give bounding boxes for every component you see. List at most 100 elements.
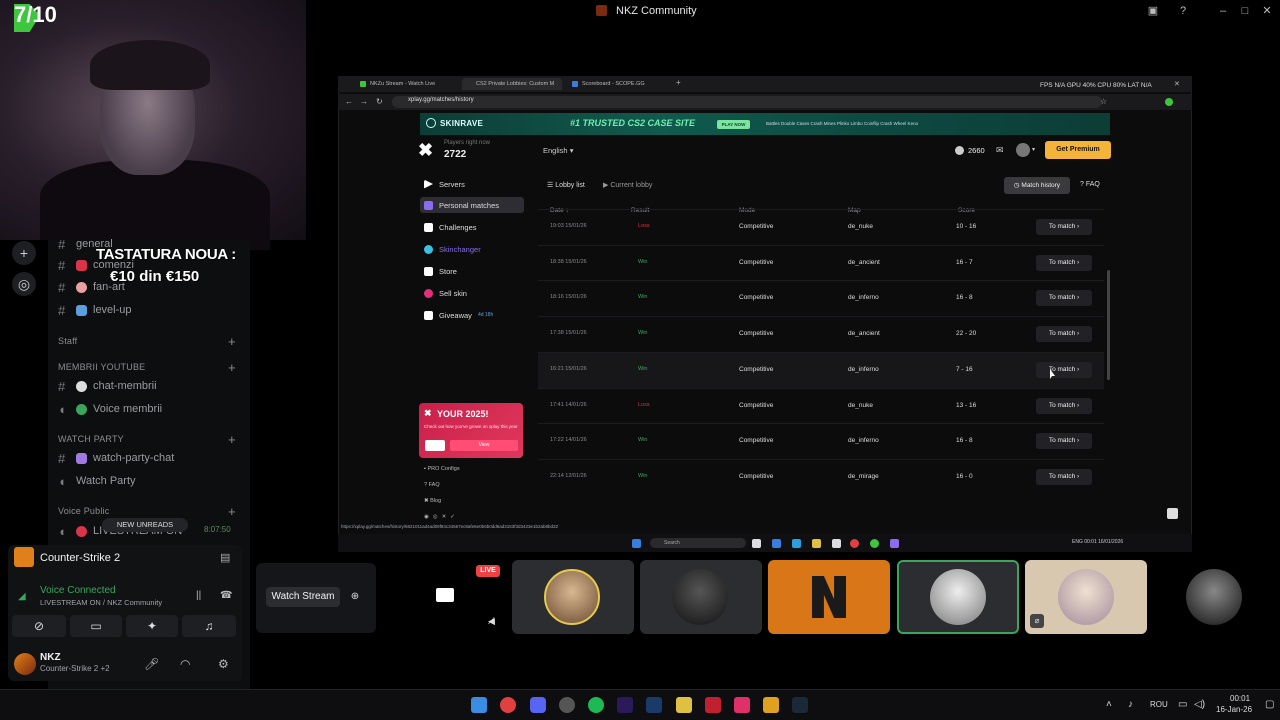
promo-view-button[interactable]: View bbox=[450, 440, 518, 451]
table-row[interactable]: 17:41 14/01/26 Loss Competitive de_nuke 13 -… bbox=[538, 388, 1104, 424]
microphone-icon[interactable]: ♪ bbox=[1128, 699, 1133, 710]
minimize-button[interactable]: – bbox=[1216, 4, 1230, 18]
language-select[interactable]: English ▾ bbox=[543, 146, 573, 155]
category-staff[interactable]: Staff bbox=[58, 336, 77, 346]
nav-servers[interactable]: Servers bbox=[420, 176, 524, 192]
chevron-down-icon[interactable]: ▾ bbox=[1032, 146, 1035, 153]
to-match-button[interactable]: To match › bbox=[1036, 326, 1092, 342]
voice-channel-label[interactable]: LIVESTREAM ON / NKZ Community bbox=[40, 598, 162, 607]
browser-tab-active[interactable]: CS2 Private Lobbies: Custom M bbox=[462, 78, 562, 90]
category-youtube[interactable]: MEMBRII YOUTUBE bbox=[58, 362, 145, 372]
share-button[interactable] bbox=[425, 440, 445, 451]
folder-icon[interactable] bbox=[812, 539, 821, 548]
steam-icon[interactable] bbox=[792, 697, 808, 713]
table-row[interactable]: 18:16 15/01/26 Win Competitive de_inferno 16… bbox=[538, 280, 1104, 316]
volume-icon[interactable]: ◁) bbox=[1194, 699, 1205, 710]
category-watch-party[interactable]: WATCH PARTY bbox=[58, 434, 124, 444]
chrome-icon[interactable] bbox=[500, 697, 516, 713]
channel-level-up[interactable]: # level-up bbox=[58, 300, 132, 320]
table-row[interactable]: 19:03 15/01/26 Loss Competitive de_nuke 10 -… bbox=[538, 209, 1104, 245]
xplay-logo-icon[interactable]: ✖ bbox=[418, 140, 438, 160]
browser-tab[interactable]: NKZu Stream - Watch Live bbox=[356, 78, 456, 90]
clock-time[interactable]: 00:01 bbox=[1230, 694, 1250, 703]
disconnect-icon[interactable]: ☎ bbox=[220, 590, 232, 601]
to-match-button[interactable]: To match › bbox=[1036, 469, 1092, 485]
footer-pro-configs[interactable]: ▪ PRO Configs bbox=[424, 466, 460, 472]
nav-personal-matches[interactable]: Personal matches bbox=[420, 197, 524, 213]
add-server-icon[interactable]: + bbox=[12, 241, 36, 265]
explore-icon[interactable]: ◎ bbox=[12, 272, 36, 296]
keyboard-language[interactable]: ROU bbox=[1150, 700, 1168, 709]
reload-icon[interactable]: ↻ bbox=[376, 97, 383, 106]
app-icon[interactable] bbox=[763, 697, 779, 713]
to-match-button[interactable]: To match › bbox=[1036, 433, 1092, 449]
chat-widget-icon[interactable] bbox=[1167, 508, 1178, 519]
network-icon[interactable]: ▭ bbox=[1178, 699, 1187, 710]
folder-icon[interactable] bbox=[676, 697, 692, 713]
profile-icon[interactable] bbox=[1165, 98, 1173, 106]
close-button[interactable]: ✕ bbox=[1260, 4, 1274, 18]
discord-icon[interactable] bbox=[530, 697, 546, 713]
table-row[interactable]: 18:38 15/01/26 Win Competitive de_ancient 16… bbox=[538, 245, 1104, 281]
tray-expand-icon[interactable]: ˄ bbox=[1106, 699, 1112, 710]
to-match-button[interactable]: To match › bbox=[1036, 362, 1092, 378]
add-channel-icon[interactable]: + bbox=[228, 334, 236, 349]
app-icon[interactable] bbox=[559, 697, 575, 713]
noise-suppression-icon[interactable]: || bbox=[196, 590, 201, 601]
table-row[interactable]: 17:22 14/01/26 Win Competitive de_inferno 16… bbox=[538, 423, 1104, 459]
nav-store[interactable]: Store bbox=[420, 263, 524, 279]
table-row[interactable]: 16:21 15/01/26 Win Competitive de_inferno 7 … bbox=[538, 352, 1104, 388]
spotify-icon[interactable] bbox=[588, 697, 604, 713]
banner-play-button[interactable]: PLAY NOW bbox=[717, 120, 750, 129]
photoshop-icon[interactable] bbox=[646, 697, 662, 713]
inner-search-box[interactable]: Search bbox=[650, 538, 746, 548]
activities-button[interactable]: ✦ bbox=[126, 615, 178, 637]
channel-voice-membrii[interactable]: ◖ Voice membrii bbox=[58, 399, 162, 419]
back-arrow-icon[interactable]: ← bbox=[345, 97, 353, 106]
channel-chat-membrii[interactable]: # chat-membrii bbox=[58, 376, 157, 396]
edge-icon[interactable] bbox=[792, 539, 801, 548]
camera-off-button[interactable]: ⊘ bbox=[12, 615, 66, 637]
screen-share-button[interactable]: ▭ bbox=[70, 615, 122, 637]
browser-close-icon[interactable]: ✕ bbox=[1174, 80, 1180, 88]
get-premium-button[interactable]: Get Premium bbox=[1045, 141, 1111, 159]
nav-skinchanger[interactable]: Skinchanger bbox=[420, 241, 524, 257]
nav-challenges[interactable]: Challenges bbox=[420, 219, 524, 235]
table-row[interactable]: 17:38 15/01/26 Win Competitive de_ancient 22… bbox=[538, 316, 1104, 352]
mail-icon[interactable]: ✉ bbox=[996, 145, 1004, 156]
microphone-icon[interactable]: 🎤︎ bbox=[144, 657, 159, 671]
app-icon[interactable] bbox=[705, 697, 721, 713]
discord-icon[interactable] bbox=[890, 539, 899, 548]
to-match-button[interactable]: To match › bbox=[1036, 219, 1092, 235]
faq-button[interactable]: ? FAQ bbox=[1080, 181, 1100, 188]
new-unreads-badge[interactable]: NEW UNREADS bbox=[102, 518, 188, 532]
browser-tab[interactable]: Scoreboard - SCOPE.GG bbox=[568, 78, 668, 90]
inbox-icon[interactable]: ▣ bbox=[1146, 4, 1160, 18]
add-channel-icon[interactable]: + bbox=[228, 360, 236, 375]
help-icon[interactable]: ? bbox=[1176, 4, 1190, 18]
spotify-icon[interactable] bbox=[870, 539, 879, 548]
muted-icon[interactable]: ◀̸ bbox=[488, 616, 495, 627]
match-history-button[interactable]: ◷ Match history bbox=[1004, 177, 1070, 194]
clock-date[interactable]: 16-Jan-26 bbox=[1216, 705, 1252, 714]
nav-sell-skin[interactable]: Sell skin bbox=[420, 285, 524, 301]
category-voice-public[interactable]: Voice Public bbox=[58, 506, 109, 516]
chrome-icon[interactable] bbox=[850, 539, 859, 548]
ad-banner[interactable] bbox=[420, 113, 1110, 135]
app-icon[interactable] bbox=[752, 539, 761, 548]
avatar[interactable] bbox=[14, 653, 36, 675]
notifications-icon[interactable]: ▢ bbox=[1265, 699, 1274, 710]
tiktok-icon[interactable] bbox=[734, 697, 750, 713]
footer-blog[interactable]: ✖ Blog bbox=[424, 498, 441, 504]
windows-start-icon[interactable] bbox=[471, 697, 487, 713]
bookmark-star-icon[interactable]: ☆ bbox=[1100, 97, 1107, 106]
maximize-button[interactable]: □ bbox=[1238, 4, 1252, 18]
forward-arrow-icon[interactable]: → bbox=[360, 97, 368, 106]
new-tab-icon[interactable]: + bbox=[676, 78, 681, 87]
add-channel-icon[interactable]: + bbox=[228, 432, 236, 447]
tab-current-lobby[interactable]: ▶ Current lobby bbox=[603, 181, 652, 189]
add-channel-icon[interactable]: + bbox=[228, 504, 236, 519]
popout-icon[interactable]: ⊕ bbox=[346, 589, 364, 605]
to-match-button[interactable]: To match › bbox=[1036, 290, 1092, 306]
watch-stream-button[interactable]: Watch Stream bbox=[266, 587, 340, 607]
